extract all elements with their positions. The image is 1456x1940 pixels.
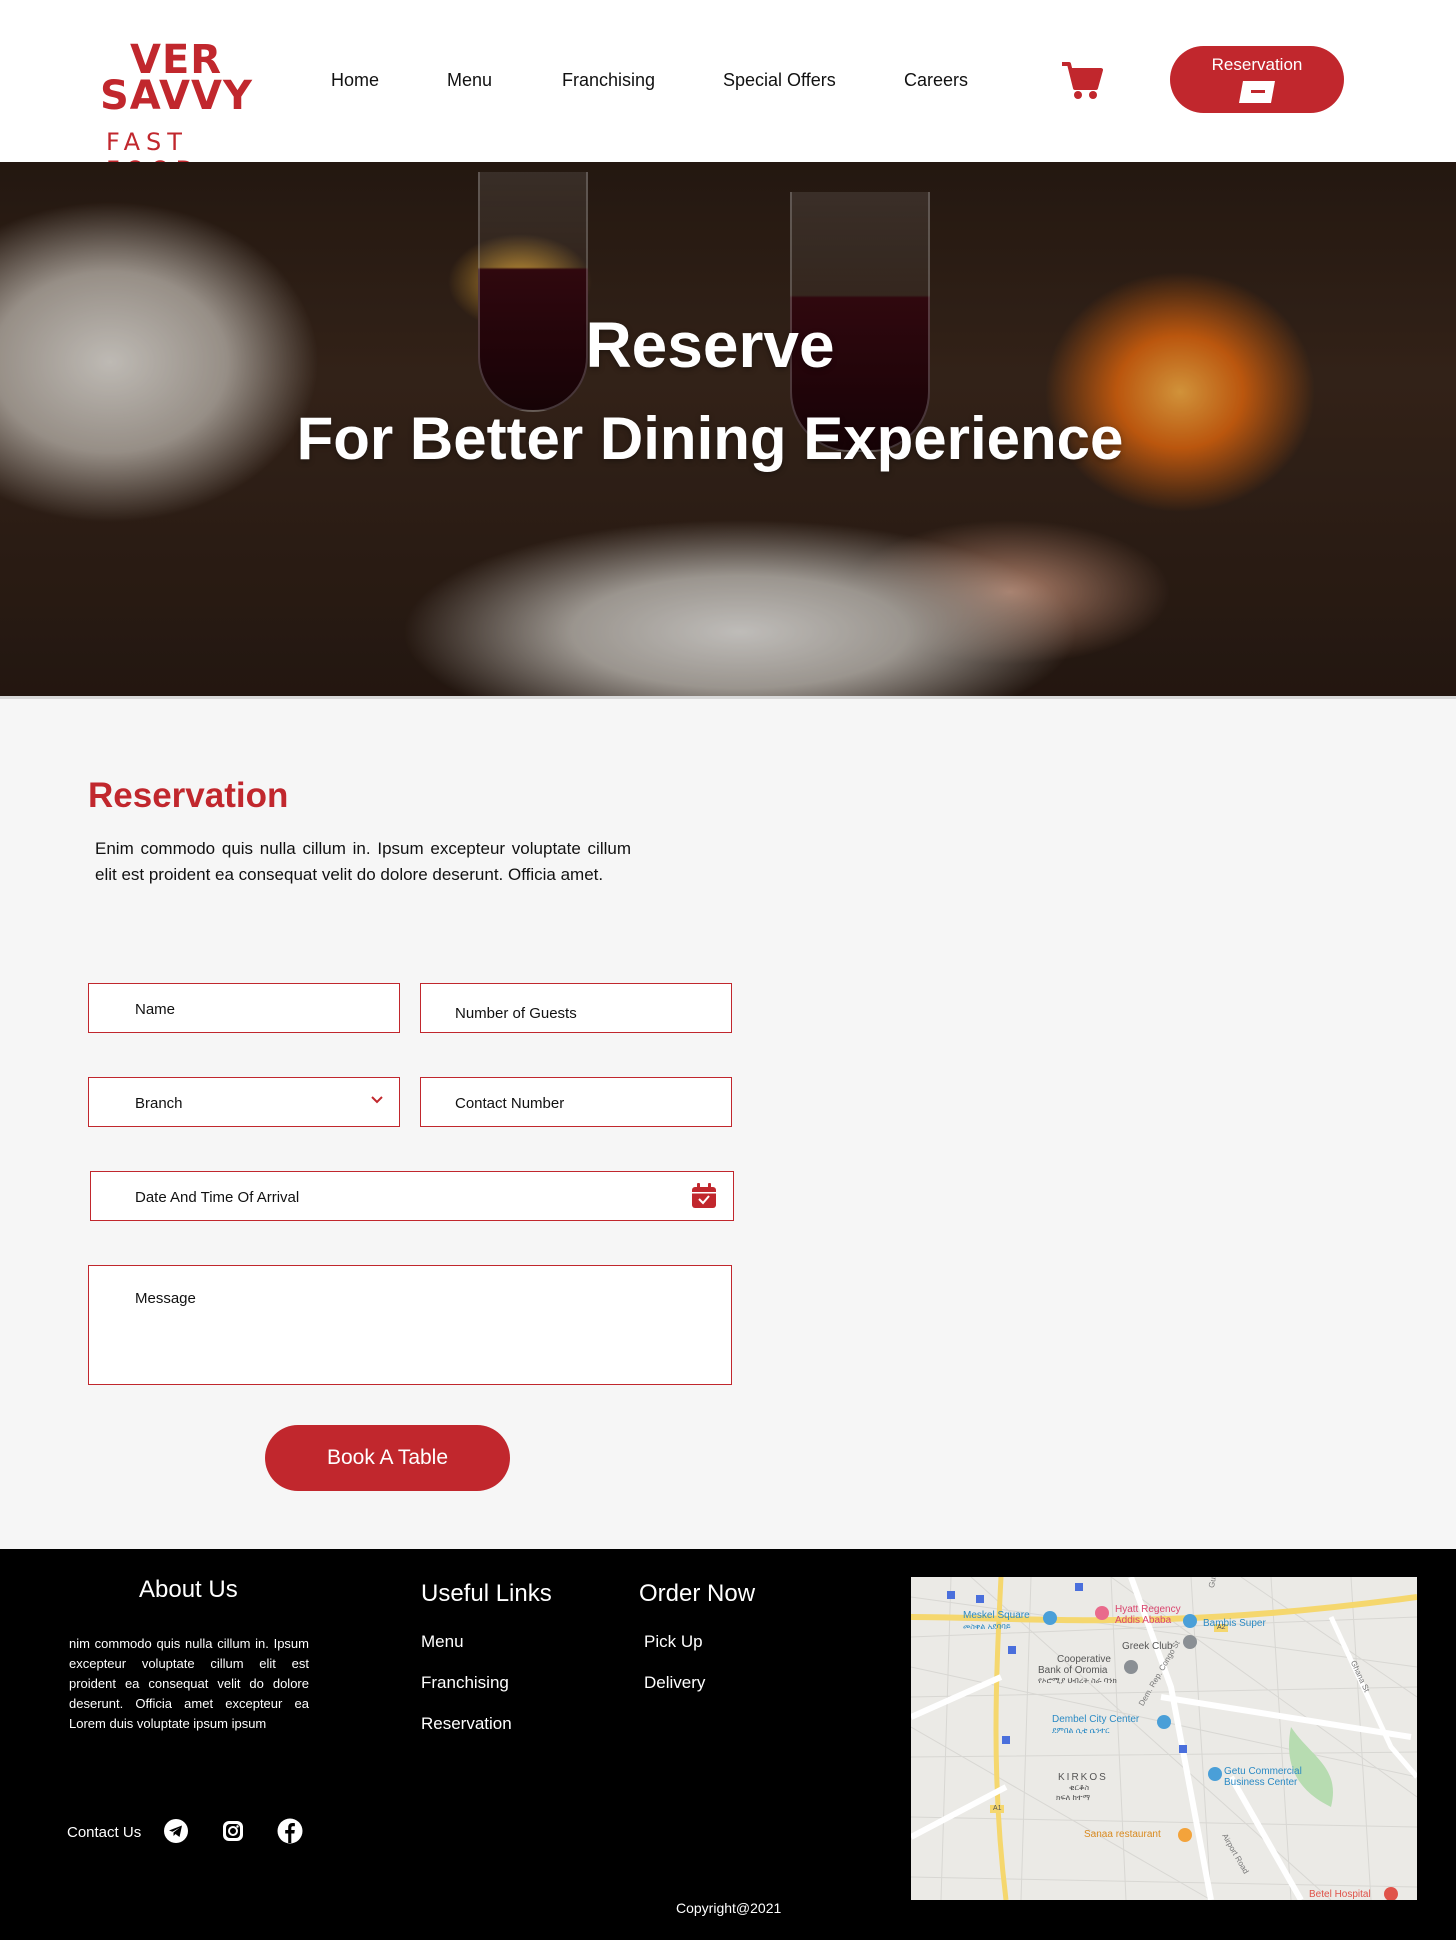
branch-placeholder: Branch <box>135 1095 183 1112</box>
facebook-icon[interactable] <box>277 1818 303 1844</box>
location-map[interactable]: Meskel Square መስቀል አደባባይ Hyatt Regency A… <box>911 1577 1417 1900</box>
datetime-placeholder: Date And Time Of Arrival <box>135 1189 300 1206</box>
map-label-meskel-am: መስቀል አደባባይ <box>963 1622 1011 1631</box>
contact-us-label: Contact Us <box>67 1824 142 1841</box>
nav-careers[interactable]: Careers <box>904 70 968 91</box>
nav-menu[interactable]: Menu <box>447 70 492 91</box>
map-label-hyatt-1: Hyatt Regency <box>1115 1604 1181 1615</box>
map-label-betel: Betel Hospital <box>1309 1889 1371 1900</box>
map-label-greek: Greek Club <box>1122 1641 1173 1652</box>
nav-special-offers[interactable]: Special Offers <box>723 70 836 91</box>
hero-subtitle: For Better Dining Experience <box>296 405 1124 472</box>
map-label-dembel: Dembel City Center <box>1052 1714 1140 1725</box>
map-label-meskel: Meskel Square <box>963 1610 1030 1621</box>
branch-select[interactable]: Branch <box>88 1077 400 1127</box>
map-label-a1: A1 <box>993 1805 1002 1812</box>
map-label-a2: A2 <box>1217 1624 1226 1631</box>
map-label-dembel-am: ደምበል ሲቲ ሴንተር <box>1052 1726 1110 1735</box>
map-label-coop-1: Cooperative <box>1057 1654 1111 1665</box>
order-delivery[interactable]: Delivery <box>644 1673 705 1693</box>
message-field[interactable]: Message <box>88 1265 732 1385</box>
reservation-description: Enim commodo quis nulla cillum in. Ipsum… <box>95 839 631 884</box>
map-label-kirkos-am-1: ቂርቆስ <box>1069 1783 1090 1792</box>
map-label-sanaa: Sanaa restaurant <box>1084 1829 1161 1840</box>
chevron-down-icon <box>371 1096 383 1104</box>
logo-line-2: SAVVY <box>100 73 253 119</box>
order-pickup[interactable]: Pick Up <box>644 1632 703 1652</box>
site-header: VER SAVVY FAST FOOD Home Menu Franchisin… <box>0 0 1456 184</box>
useful-links-title: Useful Links <box>421 1580 552 1607</box>
footer-link-reservation[interactable]: Reservation <box>421 1714 512 1734</box>
reservation-button-label: Reservation <box>1211 55 1303 74</box>
map-label-kirkos-am-2: ክፍለ ከተማ <box>1056 1793 1091 1802</box>
guests-field[interactable]: Number of Guests <box>420 983 732 1033</box>
reservation-card-icon <box>1239 81 1275 103</box>
contact-number-placeholder: Contact Number <box>455 1095 565 1112</box>
nav-home[interactable]: Home <box>331 70 379 91</box>
site-footer: About Us nim commodo quis nulla cillum i… <box>0 1549 1456 1940</box>
reservation-title: Reservation <box>88 776 289 815</box>
map-label-bambis: Bambis Super <box>1203 1618 1266 1629</box>
instagram-icon[interactable] <box>220 1818 246 1844</box>
message-placeholder: Message <box>135 1290 196 1307</box>
map-label-hyatt-2: Addis Ababa <box>1115 1615 1172 1626</box>
nav-franchising[interactable]: Franchising <box>562 70 655 91</box>
reservation-button[interactable]: Reservation <box>1170 46 1344 113</box>
map-label-getu-1: Getu Commercial <box>1224 1766 1302 1777</box>
datetime-field[interactable]: Date And Time Of Arrival <box>90 1171 734 1221</box>
cart-icon[interactable] <box>1060 58 1104 102</box>
order-now-title: Order Now <box>639 1580 756 1607</box>
map-label-coop-am: የኦሮሚያ ህብረት ስራ ባንክ <box>1038 1676 1117 1685</box>
footer-link-menu[interactable]: Menu <box>421 1632 464 1652</box>
hero-divider <box>0 696 1456 699</box>
book-table-button[interactable]: Book A Table <box>265 1425 510 1491</box>
map-label-getu-2: Business Center <box>1224 1777 1298 1788</box>
map-label-coop-2: Bank of Oromia <box>1038 1665 1108 1676</box>
name-field[interactable]: Name <box>88 983 400 1033</box>
hero-title: Reserve <box>585 309 835 381</box>
about-title: About Us <box>139 1576 238 1603</box>
footer-link-franchising[interactable]: Franchising <box>421 1673 509 1693</box>
telegram-icon[interactable] <box>163 1818 189 1844</box>
name-placeholder: Name <box>135 1001 176 1018</box>
hero-banner: Reserve For Better Dining Experience <box>0 162 1456 698</box>
about-text: nim commodo quis nulla cillum in. Ipsum … <box>69 1636 309 1731</box>
guests-placeholder: Number of Guests <box>455 1005 577 1022</box>
copyright: Copyright@2021 <box>676 1900 782 1916</box>
brand-logo[interactable]: VER SAVVY FAST FOOD <box>96 38 276 184</box>
calendar-icon[interactable] <box>691 1183 717 1209</box>
contact-number-field[interactable]: Contact Number <box>420 1077 732 1127</box>
map-label-kirkos: KIRKOS <box>1058 1772 1108 1783</box>
